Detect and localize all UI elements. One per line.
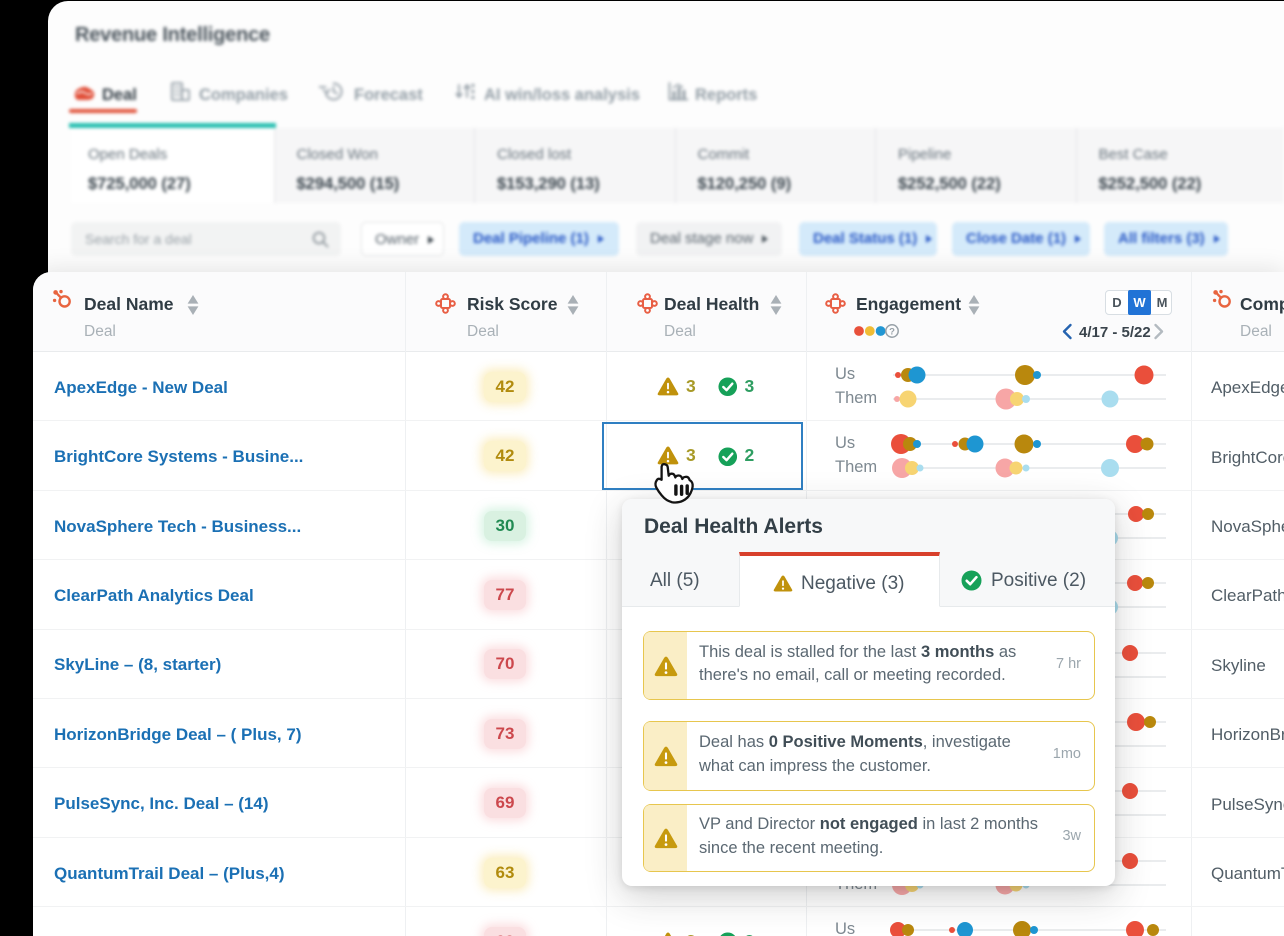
svg-text:?: ? <box>889 326 895 337</box>
